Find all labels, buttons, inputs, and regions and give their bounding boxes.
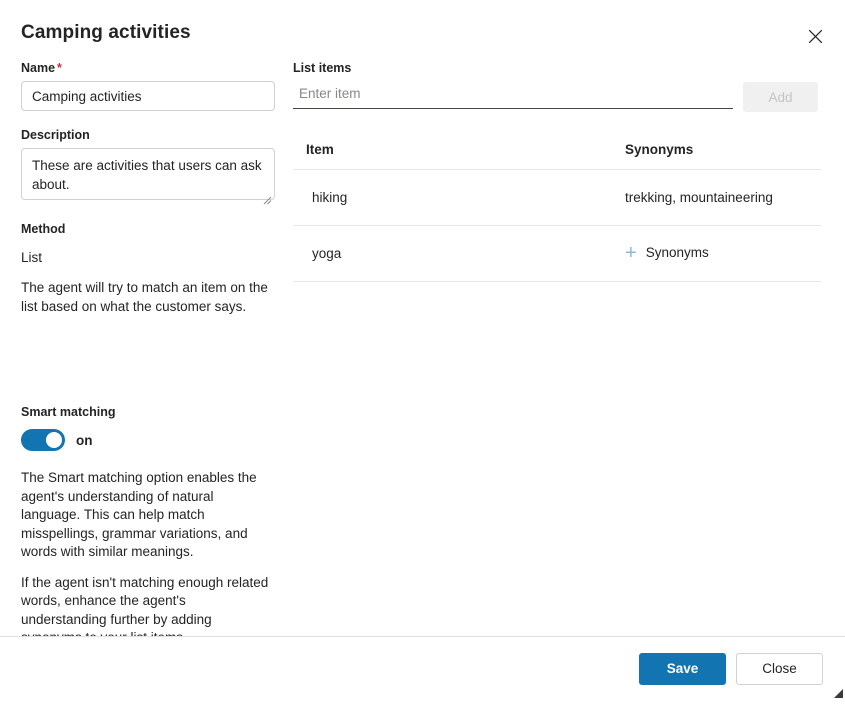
entity-editor-dialog: Camping activities Name* Description The… <box>0 0 845 700</box>
close-footer-button[interactable]: Close <box>736 652 823 685</box>
required-asterisk: * <box>57 61 62 75</box>
list-item-entry-row: Add <box>293 82 821 112</box>
column-header-synonyms: Synonyms <box>613 142 821 170</box>
close-icon <box>808 29 823 44</box>
description-textarea[interactable]: These are activities that users can ask … <box>21 148 275 200</box>
add-synonyms-label: Synonyms <box>645 245 709 261</box>
cell-synonyms: trekking, mountaineering <box>613 169 821 226</box>
list-item-input[interactable] <box>293 82 733 109</box>
method-value: List <box>21 250 43 265</box>
name-label-text: Name <box>21 61 56 75</box>
description-label: Description <box>21 128 90 142</box>
add-item-button[interactable]: Add <box>743 82 818 112</box>
smart-matching-state: on <box>76 432 93 448</box>
dialog-body: Camping activities Name* Description The… <box>0 0 845 636</box>
add-synonyms-button[interactable]: + Synonyms <box>625 241 709 264</box>
cell-item: hiking <box>293 169 613 226</box>
close-button[interactable] <box>800 21 830 51</box>
save-button[interactable]: Save <box>639 652 726 685</box>
page-title: Camping activities <box>21 22 191 43</box>
table-header-row: Item Synonyms <box>293 142 821 170</box>
plus-icon: + <box>625 241 637 264</box>
list-items-label: List items <box>293 61 352 75</box>
cell-synonyms: + Synonyms <box>613 225 821 282</box>
method-help-text: The agent will try to match an item on t… <box>21 280 268 314</box>
list-items-table: Item Synonyms hiking trekking, mountaine… <box>293 142 821 282</box>
smart-matching-label: Smart matching <box>21 405 116 419</box>
smart-matching-paragraph-1: The Smart matching option enables the ag… <box>21 470 257 559</box>
method-label: Method <box>21 222 66 236</box>
smart-matching-paragraph-2: If the agent isn't matching enough relat… <box>21 574 269 637</box>
name-label: Name * <box>21 60 277 76</box>
list-items-column: List items Add Item Synonyms hiking trek… <box>293 60 821 282</box>
table-row[interactable]: hiking trekking, mountaineering <box>293 169 821 226</box>
dialog-footer: Save Close <box>0 636 845 700</box>
smart-matching-toggle[interactable] <box>21 429 65 451</box>
smart-matching-row: on <box>21 429 277 451</box>
cell-item: yoga <box>293 225 613 282</box>
name-input[interactable] <box>21 81 275 111</box>
left-settings-column: Name* Description These are activities t… <box>21 60 277 636</box>
column-header-item: Item <box>293 142 613 170</box>
table-row[interactable]: yoga + Synonyms <box>293 225 821 282</box>
description-field-wrapper: These are activities that users can ask … <box>21 148 275 205</box>
toggle-knob <box>46 432 62 448</box>
